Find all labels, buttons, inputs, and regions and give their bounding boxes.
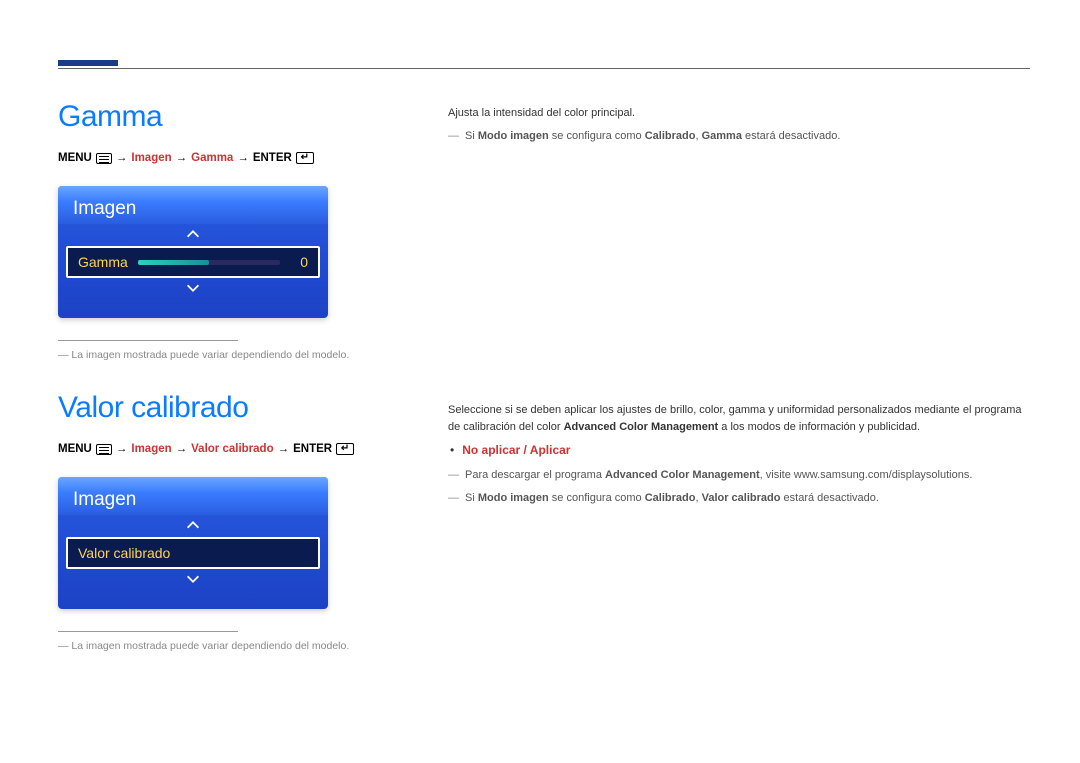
footnote-valor: ― La imagen mostrada puede variar depend… (58, 640, 388, 652)
menu-icon (96, 153, 112, 164)
chevron-up-icon[interactable] (58, 224, 328, 246)
spacer (448, 150, 1030, 402)
t: Si (465, 130, 478, 142)
bc-gamma: Gamma (191, 152, 233, 164)
bc-sep: → (278, 443, 290, 455)
breadcrumb-valor: MENU → Imagen → Valor calibrado → ENTER (58, 443, 388, 455)
breadcrumb-gamma: MENU → Imagen → Gamma → ENTER (58, 152, 388, 164)
section1-title: Gamma (58, 100, 388, 134)
section2-title: Valor calibrado (58, 391, 388, 425)
footnote-divider (58, 631, 238, 632)
osd-slider[interactable] (138, 260, 280, 265)
bc-sep: → (176, 152, 188, 164)
osd-row-label: Valor calibrado (78, 545, 170, 561)
bc-imagen: Imagen (131, 443, 171, 455)
t: se configura como (549, 130, 645, 142)
menu-icon (96, 444, 112, 455)
header-accent (58, 60, 118, 66)
gamma-note: Si Modo imagen se configura como Calibra… (448, 128, 1030, 145)
t: Calibrado (645, 492, 696, 504)
osd-valor: Imagen Valor calibrado (58, 477, 328, 609)
bc-imagen: Imagen (131, 152, 171, 164)
bc-enter: ENTER (253, 152, 292, 164)
bc-sep: → (116, 443, 128, 455)
t: Modo imagen (478, 130, 549, 142)
t: Calibrado (645, 130, 696, 142)
t: Si (465, 492, 478, 504)
t: Gamma (702, 130, 742, 142)
gamma-desc: Ajusta la intensidad del color principal… (448, 105, 1030, 122)
bc-menu: MENU (58, 152, 92, 164)
t: Para descargar el programa (465, 469, 605, 481)
t: Modo imagen (478, 492, 549, 504)
enter-icon (296, 152, 314, 164)
t: Valor calibrado (702, 492, 781, 504)
right-column: Ajusta la intensidad del color principal… (418, 100, 1030, 682)
bc-sep: → (237, 152, 249, 164)
valor-desc: Seleccione si se deben aplicar los ajust… (448, 402, 1030, 435)
t: a los modos de información y publicidad. (718, 421, 920, 433)
osd-header: Imagen (58, 477, 328, 515)
osd-row-value: 0 (290, 254, 308, 270)
valor-options: No aplicar / Aplicar (450, 441, 1030, 459)
bc-enter: ENTER (293, 443, 332, 455)
enter-icon (336, 443, 354, 455)
columns: Gamma MENU → Imagen → Gamma → ENTER Imag… (58, 60, 1030, 682)
t: estará desactivado. (780, 492, 878, 504)
header-rule (58, 68, 1030, 69)
osd-row-gamma[interactable]: Gamma 0 (66, 246, 320, 278)
chevron-down-icon[interactable] (58, 278, 328, 300)
bc-menu: MENU (58, 443, 92, 455)
osd-row-label: Gamma (78, 254, 128, 270)
t: Advanced Color Management (605, 469, 760, 481)
t: Advanced Color Management (564, 421, 719, 433)
left-column: Gamma MENU → Imagen → Gamma → ENTER Imag… (58, 100, 418, 682)
chevron-up-icon[interactable] (58, 515, 328, 537)
bc-valor: Valor calibrado (191, 443, 273, 455)
osd-gamma: Imagen Gamma 0 (58, 186, 328, 318)
t: estará desactivado. (742, 130, 840, 142)
valor-note2: Si Modo imagen se configura como Calibra… (448, 490, 1030, 507)
chevron-down-icon[interactable] (58, 569, 328, 591)
valor-options-text: No aplicar / Aplicar (462, 441, 570, 459)
page: Gamma MENU → Imagen → Gamma → ENTER Imag… (0, 0, 1080, 763)
valor-note1: Para descargar el programa Advanced Colo… (448, 467, 1030, 484)
osd-header: Imagen (58, 186, 328, 224)
t: , visite www.samsung.com/displaysolution… (760, 469, 973, 481)
footnote-divider (58, 340, 238, 341)
t: se configura como (549, 492, 645, 504)
bc-sep: → (176, 443, 188, 455)
osd-row-valor[interactable]: Valor calibrado (66, 537, 320, 569)
bc-sep: → (116, 152, 128, 164)
footnote-gamma: ― La imagen mostrada puede variar depend… (58, 349, 388, 361)
